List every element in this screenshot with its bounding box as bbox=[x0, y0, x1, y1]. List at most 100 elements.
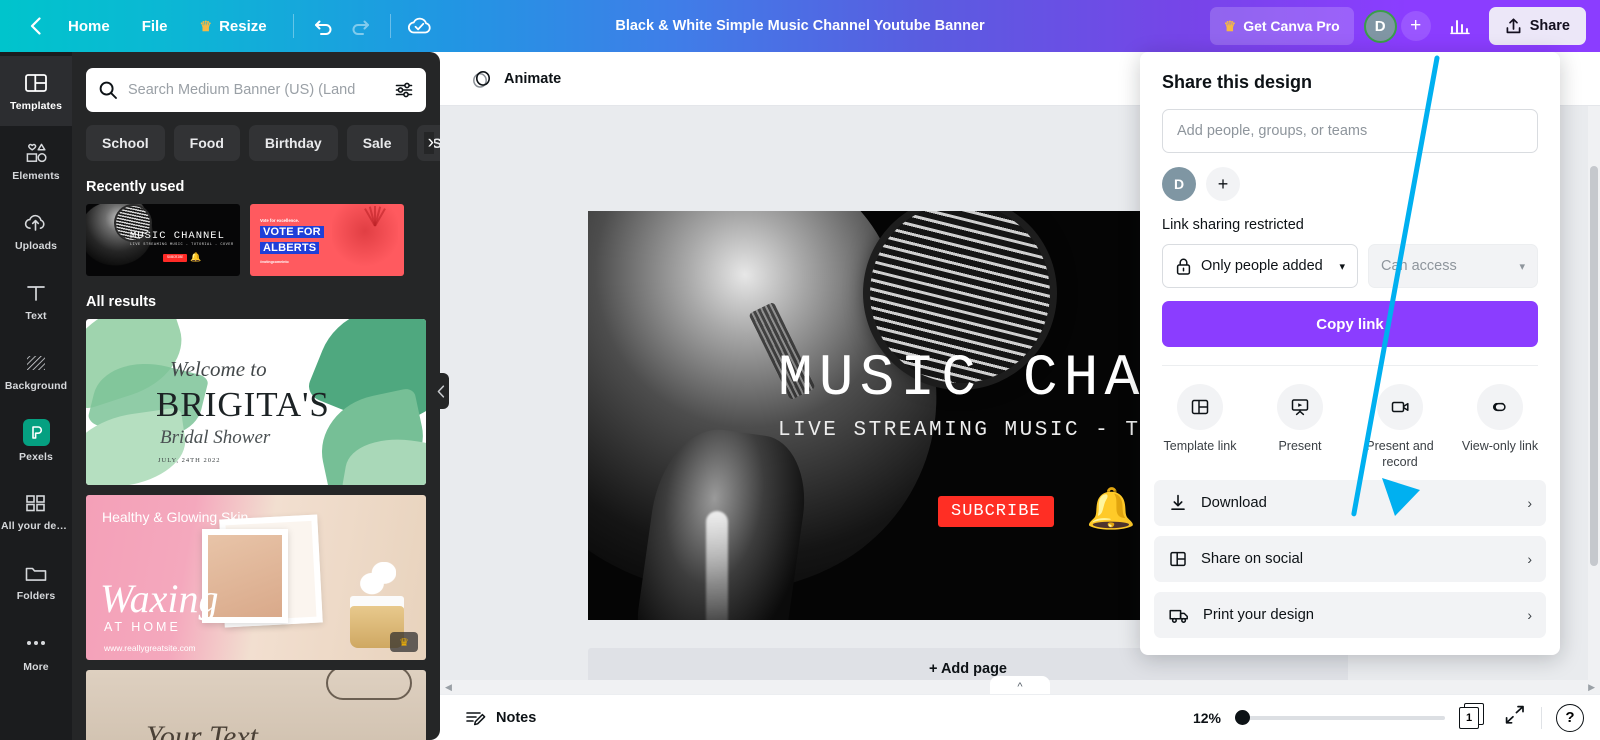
result-card-waxing[interactable]: Healthy & Glowing Skin Waxing AT HOME ww… bbox=[86, 495, 426, 660]
microphone-highlight-art bbox=[706, 511, 728, 620]
print-your-design-label: Print your design bbox=[1203, 607, 1315, 624]
sidebar-item-pexels[interactable]: Pexels bbox=[0, 406, 72, 476]
scroll-right-arrow-icon[interactable]: ▶ bbox=[1588, 682, 1595, 693]
chip-school[interactable]: School bbox=[86, 125, 165, 161]
zoom-slider[interactable] bbox=[1235, 710, 1445, 726]
cloud-save-status[interactable] bbox=[401, 7, 439, 45]
chip-food[interactable]: Food bbox=[173, 125, 240, 161]
share-on-social-row[interactable]: Share on social › bbox=[1154, 536, 1546, 583]
chevron-right-icon: › bbox=[1527, 607, 1532, 624]
pexels-icon bbox=[22, 419, 50, 446]
expand-arrows-icon bbox=[1505, 705, 1524, 724]
card-main-text: BRIGITA'S bbox=[156, 385, 330, 424]
home-label: Home bbox=[68, 17, 110, 35]
sidebar-item-templates[interactable]: Templates bbox=[0, 56, 72, 126]
animate-button[interactable]: Animate bbox=[458, 61, 573, 97]
scroll-left-arrow-icon[interactable]: ◀ bbox=[445, 682, 452, 693]
help-button[interactable]: ? bbox=[1556, 703, 1584, 732]
access-select[interactable]: Only people added ▾ bbox=[1162, 244, 1358, 288]
add-people-input[interactable] bbox=[1177, 123, 1523, 139]
sidebar-item-label: Uploads bbox=[14, 239, 58, 252]
file-label: File bbox=[141, 17, 168, 35]
thumb-button: SUBCRIBE bbox=[163, 254, 188, 262]
sidebar-item-elements[interactable]: Elements bbox=[0, 126, 72, 196]
chips-next-button[interactable]: › bbox=[423, 132, 434, 154]
canvas-vertical-scrollbar-thumb[interactable] bbox=[1590, 166, 1598, 566]
search-box[interactable] bbox=[86, 68, 426, 112]
notes-label: Notes bbox=[496, 709, 537, 726]
fullscreen-button[interactable] bbox=[1503, 704, 1527, 731]
share-button[interactable]: Share bbox=[1488, 7, 1586, 45]
zoom-slider-knob[interactable] bbox=[1235, 710, 1250, 725]
present-record-camera-icon bbox=[1377, 384, 1423, 430]
insights-button[interactable] bbox=[1441, 7, 1479, 45]
sidebar-item-all-your-designs[interactable]: All your desi... bbox=[0, 476, 72, 546]
result-card-partial[interactable]: Your Text bbox=[86, 670, 426, 740]
download-icon bbox=[1171, 494, 1185, 511]
undo-button[interactable] bbox=[304, 7, 342, 45]
add-people-field[interactable] bbox=[1162, 109, 1538, 153]
avatar[interactable]: D bbox=[1363, 9, 1397, 43]
action-label: Present bbox=[1278, 439, 1322, 453]
sidebar-item-uploads[interactable]: Uploads bbox=[0, 196, 72, 266]
recently-used-title: Recently used bbox=[86, 179, 185, 195]
templates-panel: School Food Birthday Sale Summ › Recentl… bbox=[72, 52, 440, 740]
elements-icon bbox=[26, 143, 47, 162]
chip-birthday[interactable]: Birthday bbox=[248, 125, 338, 161]
bell-icon: 🔔 bbox=[1086, 487, 1136, 531]
crown-icon: ♛ bbox=[199, 18, 213, 34]
filter-sliders-icon[interactable] bbox=[394, 80, 414, 100]
chevron-right-icon: › bbox=[1527, 495, 1532, 512]
background-hatch-icon bbox=[27, 355, 45, 370]
avatar[interactable]: D bbox=[1162, 167, 1196, 201]
notes-button[interactable]: Notes bbox=[456, 701, 544, 735]
recent-thumb-vote-alberts[interactable]: Vote for excellence. VOTE FOR ALBERTS #v… bbox=[250, 204, 404, 276]
add-person-button[interactable]: + bbox=[1206, 167, 1240, 201]
share-on-social-label: Share on social bbox=[1201, 551, 1303, 568]
add-collaborator-button[interactable]: + bbox=[1400, 11, 1431, 41]
recent-thumb-music-channel[interactable]: MUSIC CHANNEL LIVE STREAMING MUSIC - TUT… bbox=[86, 204, 240, 276]
flower-art bbox=[356, 562, 396, 598]
present-and-record-action[interactable]: Present and record bbox=[1354, 384, 1446, 470]
panel-collapse-button[interactable] bbox=[433, 373, 449, 409]
pages-button[interactable]: 1 bbox=[1459, 702, 1489, 733]
animate-label: Animate bbox=[504, 70, 562, 87]
download-row[interactable]: Download › bbox=[1154, 480, 1546, 527]
more-dots-icon bbox=[27, 630, 45, 656]
cloud-saved-icon bbox=[407, 17, 431, 34]
all-results-title: All results bbox=[86, 294, 157, 310]
canva-editor-window: Home File ♛ Resize Black & White Simple … bbox=[0, 0, 1600, 740]
copy-link-button[interactable]: Copy link bbox=[1162, 301, 1538, 347]
canvas-vertical-scrollbar-track[interactable] bbox=[1588, 106, 1600, 688]
template-link-action[interactable]: Template link bbox=[1154, 384, 1246, 470]
permission-select[interactable]: Can access ▾ bbox=[1367, 244, 1538, 288]
back-button[interactable] bbox=[18, 9, 52, 43]
sidebar-item-label: Background bbox=[4, 379, 68, 392]
present-action[interactable]: Present bbox=[1254, 384, 1346, 470]
sidebar-item-label: Elements bbox=[12, 169, 60, 182]
search-input[interactable] bbox=[128, 82, 384, 98]
sidebar-item-label: Text bbox=[25, 309, 47, 322]
notes-collapse-button[interactable]: ^ bbox=[990, 676, 1050, 694]
card-url: www.reallygreatsite.com bbox=[104, 643, 196, 653]
home-menu[interactable]: Home bbox=[52, 8, 126, 44]
file-menu[interactable]: File bbox=[126, 8, 184, 44]
sidebar-item-folders[interactable]: Folders bbox=[0, 546, 72, 616]
link-sharing-status: Link sharing restricted bbox=[1162, 217, 1304, 233]
share-social-icon bbox=[1170, 552, 1186, 567]
sidebar-item-background[interactable]: Background bbox=[0, 336, 72, 406]
folder-icon bbox=[25, 567, 47, 581]
view-only-link-action[interactable]: View-only link bbox=[1454, 384, 1546, 470]
toolbar-divider-2 bbox=[389, 14, 391, 38]
access-select-label: Only people added bbox=[1201, 258, 1323, 274]
resize-menu[interactable]: ♛ Resize bbox=[184, 8, 283, 44]
redo-button[interactable] bbox=[342, 7, 380, 45]
bottom-bar-right: 12% 1 ? bbox=[1193, 702, 1584, 733]
left-rail: Templates Elements Uploads Text Backgrou… bbox=[0, 52, 72, 740]
result-card-bridal-shower[interactable]: Welcome to BRIGITA'S Bridal Shower JULY,… bbox=[86, 319, 426, 485]
print-your-design-row[interactable]: Print your design › bbox=[1154, 592, 1546, 639]
chip-sale[interactable]: Sale bbox=[346, 125, 408, 161]
sidebar-item-text[interactable]: Text bbox=[0, 266, 72, 336]
get-canva-pro-button[interactable]: ♛ Get Canva Pro bbox=[1209, 7, 1354, 45]
sidebar-item-more[interactable]: More bbox=[0, 616, 72, 686]
